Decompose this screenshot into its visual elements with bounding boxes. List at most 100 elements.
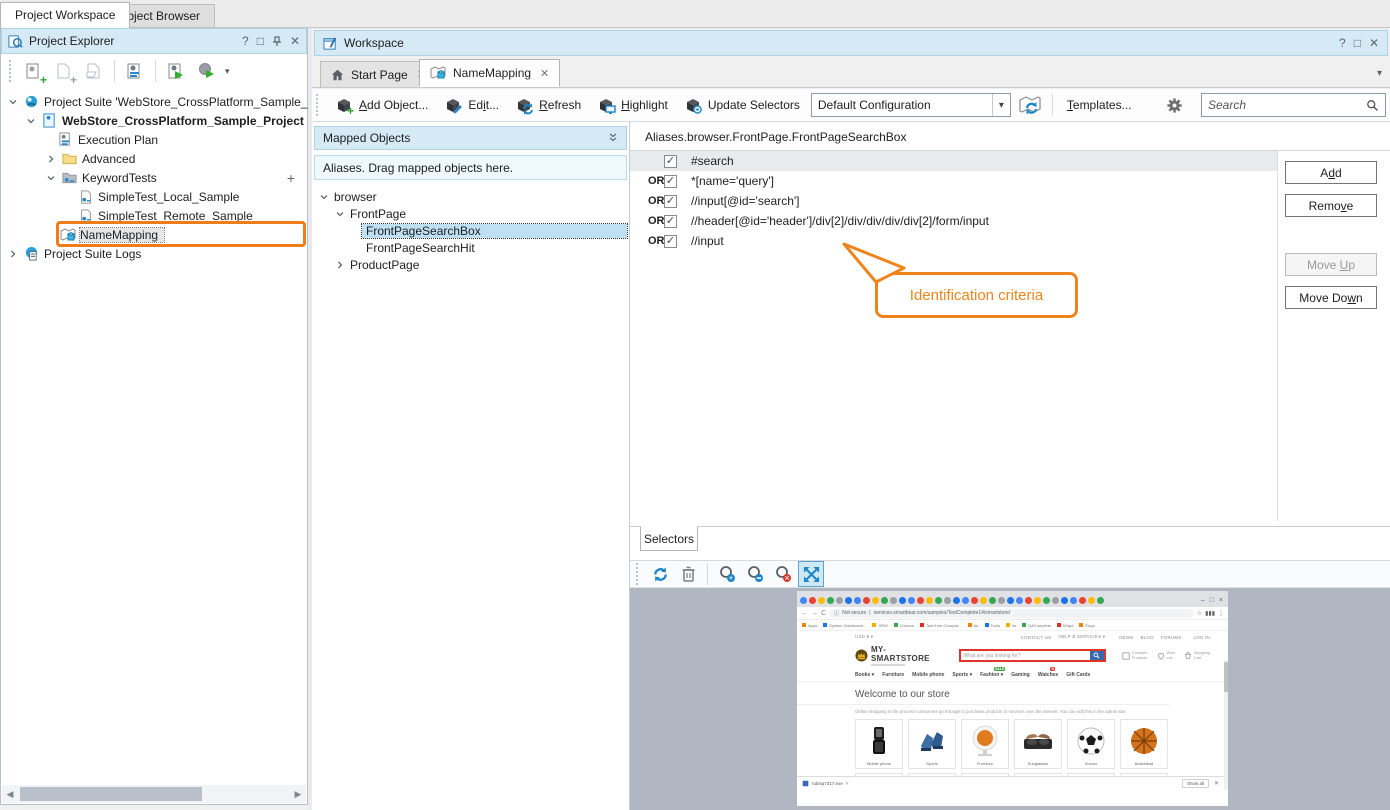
execution-plan-button[interactable] (122, 58, 148, 84)
chevron-down-icon[interactable] (318, 193, 330, 201)
zoom-in-icon[interactable]: + (715, 562, 739, 586)
scrollbar-thumb[interactable] (20, 787, 202, 801)
tree-item-browser[interactable]: browser (318, 188, 629, 205)
browser-tab-favicon (917, 597, 924, 604)
add-test-plus[interactable]: + (287, 170, 295, 186)
remove-button[interactable]: Remove (1285, 194, 1377, 217)
browser-tab-favicon (845, 597, 852, 604)
toolbar-grip[interactable] (316, 94, 320, 116)
edit-button[interactable]: Edit... (439, 94, 504, 117)
templates-button[interactable]: Templates... (1062, 96, 1137, 114)
checkbox-checked[interactable]: ✓ (664, 175, 677, 188)
tree-item-frontpage[interactable]: FrontPage (318, 205, 629, 222)
tree-item-project-suite[interactable]: Project Suite 'WebStore_CrossPlatform_Sa… (1, 92, 307, 111)
help-icon[interactable]: ? (242, 34, 249, 48)
tab-namemapping[interactable]: NameMapping ✕ (419, 59, 560, 87)
selectors-tab[interactable]: Selectors (640, 526, 698, 551)
delete-icon[interactable] (676, 562, 700, 586)
horizontal-scrollbar[interactable]: ◀ ▶ (2, 785, 306, 803)
compare-products: CompareProducts (1122, 651, 1148, 660)
chevron-down-icon[interactable] (7, 98, 19, 106)
close-icon[interactable]: ✕ (1369, 36, 1379, 50)
selector-row[interactable]: OR ✓ *[name='query'] (630, 171, 1277, 191)
new-project-button[interactable]: + (21, 58, 47, 84)
collapse-chevrons-icon[interactable] (608, 133, 618, 143)
tree-item-advanced[interactable]: Advanced (1, 149, 307, 168)
chevron-down-icon[interactable]: ▾ (225, 66, 230, 77)
checkbox-checked[interactable]: ✓ (664, 155, 677, 168)
document-tab-strip: Start Page ✕ NameMapping ✕ ▾ (312, 58, 1390, 88)
close-tab-icon[interactable]: ✕ (540, 67, 549, 80)
bookmark-favicon (802, 623, 806, 627)
chevron-right-icon[interactable] (334, 261, 346, 269)
move-up-button[interactable]: Move Up (1285, 253, 1377, 276)
add-button[interactable]: Add (1285, 161, 1377, 184)
configuration-select[interactable]: Default Configuration ▾ (811, 93, 1011, 117)
tree-item-simpletest-remote[interactable]: SimpleTest_Remote_Sample (1, 206, 307, 225)
zoom-out-icon[interactable] (743, 562, 767, 586)
toolbar-grip[interactable] (9, 60, 13, 82)
browser-tab-favicon (854, 597, 861, 604)
run-project-button[interactable] (163, 58, 189, 84)
gear-icon[interactable] (1161, 92, 1187, 118)
highlight-button[interactable]: Highlight (592, 94, 673, 117)
zoom-reset-icon[interactable]: ✕ (771, 562, 795, 586)
selector-row[interactable]: OR ✓ //header[@id='header']/div[2]/div/d… (630, 211, 1277, 231)
refresh-button[interactable]: Refresh (510, 94, 586, 117)
move-down-button[interactable]: Move Down (1285, 286, 1377, 309)
selected-object-path: Aliases.browser.FrontPage.FrontPageSearc… (645, 130, 906, 144)
tree-item-project-suite-logs[interactable]: Project Suite Logs (1, 244, 307, 263)
nav-mobile-phone: Mobile phone (912, 672, 944, 678)
selectors-list: ✓ #search OR ✓ *[name='query'] OR ✓ //in… (630, 151, 1277, 251)
close-icon[interactable]: ✕ (290, 34, 300, 48)
url-text: services.smartbear.com/samples/TestCompl… (874, 610, 1011, 616)
scroll-right-arrow[interactable]: ▶ (290, 789, 306, 800)
browser-tab-favicon (926, 597, 933, 604)
selector-row[interactable]: OR ✓ //input[@id='search'] (630, 191, 1277, 211)
help-icon[interactable]: ? (1339, 36, 1346, 50)
tree-item-namemapping[interactable]: NameMapping (1, 225, 307, 244)
chevron-down-icon[interactable] (45, 174, 57, 182)
checkbox-checked[interactable]: ✓ (664, 235, 677, 248)
toolbar-grip[interactable] (636, 563, 640, 585)
maximize-icon[interactable]: □ (257, 34, 264, 48)
run-suite-button[interactable] (193, 58, 219, 84)
nav-furniture: Furniture (882, 672, 904, 678)
add-object-button[interactable]: + Add Object... (330, 94, 433, 117)
search-input[interactable] (1208, 98, 1366, 112)
checkbox-checked[interactable]: ✓ (664, 195, 677, 208)
currency-select: USD $ ▾ (855, 634, 873, 640)
fit-to-screen-icon[interactable] (799, 562, 823, 586)
aliases-banner[interactable]: Aliases. Drag mapped objects here. (314, 155, 627, 180)
tab-list-dropdown-icon[interactable]: ▾ (1377, 68, 1382, 79)
tree-item-keywordtests[interactable]: KeywordTests + (1, 168, 307, 187)
nav-books: Books ▾ (855, 672, 874, 678)
scroll-left-arrow[interactable]: ◀ (2, 789, 18, 800)
selector-row[interactable]: OR ✓ //input (630, 231, 1277, 251)
selector-row[interactable]: ✓ #search (630, 151, 1277, 171)
map-refresh-icon[interactable] (1017, 92, 1043, 118)
pin-icon[interactable] (272, 36, 282, 47)
refresh-icon[interactable] (648, 562, 672, 586)
chevron-right-icon[interactable] (45, 155, 57, 163)
tree-item-project[interactable]: WebStore_CrossPlatform_Sample_Project (1, 111, 307, 130)
browser-tab-favicon (863, 597, 870, 604)
tree-item-simpletest-local[interactable]: SimpleTest_Local_Sample (1, 187, 307, 206)
open-item-button[interactable] (81, 58, 107, 84)
update-selectors-button[interactable]: Update Selectors (679, 94, 805, 117)
search-field[interactable] (1201, 93, 1386, 117)
chevron-down-icon[interactable] (25, 117, 37, 125)
chevron-down-icon[interactable] (334, 210, 346, 218)
search-icon[interactable] (1366, 99, 1379, 112)
tree-item-frontpagesearchbox[interactable]: FrontPageSearchBox (318, 222, 629, 239)
download-file-icon (802, 780, 809, 787)
tab-project-workspace[interactable]: Project Workspace (0, 2, 130, 28)
chevron-right-icon[interactable] (7, 250, 19, 258)
add-item-button[interactable]: + (51, 58, 77, 84)
checkbox-checked[interactable]: ✓ (664, 215, 677, 228)
tree-item-productpage[interactable]: ProductPage (318, 256, 629, 273)
tree-item-execution-plan[interactable]: Execution Plan (1, 130, 307, 149)
browser-favicons (800, 597, 1199, 604)
maximize-icon[interactable]: □ (1354, 36, 1361, 50)
tree-item-frontpagesearchhit[interactable]: FrontPageSearchHit (318, 239, 629, 256)
